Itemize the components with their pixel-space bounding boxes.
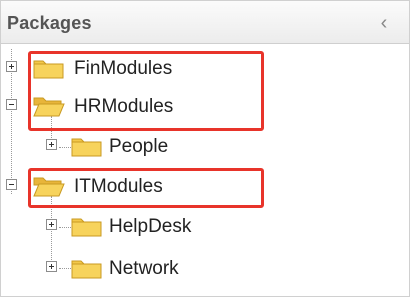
folder-open-icon (33, 97, 65, 117)
folder-closed-icon (71, 260, 102, 279)
folder-closed-icon (71, 138, 102, 157)
expand-toggle[interactable] (46, 219, 57, 230)
folder-closed-icon (33, 60, 64, 79)
collapse-toggle[interactable] (6, 179, 17, 190)
collapse-panel-button[interactable]: ‹ (373, 12, 395, 34)
expand-toggle[interactable] (46, 139, 57, 150)
tree-item-label[interactable]: HRModules (74, 92, 173, 122)
expand-toggle[interactable] (46, 261, 57, 272)
folder-open-icon (33, 177, 65, 197)
folder-closed-icon (71, 218, 102, 237)
tree-connector (51, 196, 53, 268)
panel-header: Packages ‹ (1, 1, 409, 44)
expand-toggle[interactable] (6, 61, 17, 72)
tree-connector (59, 268, 71, 270)
collapse-toggle[interactable] (6, 99, 17, 110)
tree-item-label[interactable]: FinModules (74, 54, 172, 84)
tree-item-label[interactable]: Network (109, 254, 179, 284)
tree-item-label[interactable]: HelpDesk (109, 212, 191, 242)
tree-connector (59, 227, 71, 229)
tree-item-label[interactable]: People (109, 132, 168, 162)
tree-item-label[interactable]: ITModules (74, 172, 163, 202)
panel-title: Packages (7, 13, 92, 33)
packages-panel: Packages ‹ FinModules HRModules People I… (0, 0, 410, 297)
package-tree: FinModules HRModules People ITModules He… (1, 44, 409, 296)
tree-connector (59, 147, 71, 149)
